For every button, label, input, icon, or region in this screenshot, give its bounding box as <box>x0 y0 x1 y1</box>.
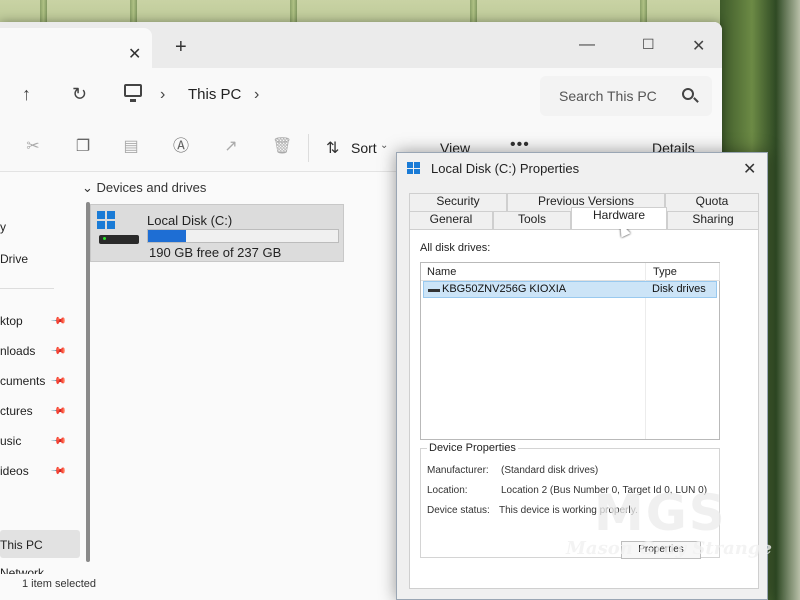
manufacturer-label: Manufacturer: <box>427 465 489 476</box>
column-divider <box>719 263 720 281</box>
new-tab-icon[interactable]: + <box>175 36 187 59</box>
sort-icon[interactable]: ⇅ <box>326 138 339 158</box>
sidebar-item-music[interactable]: usic <box>0 434 21 448</box>
breadcrumb-this-pc[interactable]: This PC <box>188 86 241 103</box>
drive-led <box>103 237 106 240</box>
sidebar-item-desktop[interactable]: ktop <box>0 314 23 328</box>
refresh-icon[interactable]: ↻ <box>72 84 87 105</box>
manufacturer-value: (Standard disk drives) <box>501 465 599 476</box>
sidebar-item-documents[interactable]: cuments <box>0 374 45 388</box>
watermark-text: Mason Gray Strange <box>566 538 772 559</box>
pin-icon: 📌 <box>49 433 67 450</box>
minimize-icon[interactable]: — <box>579 36 595 54</box>
group-header-label: Devices and drives <box>96 180 207 195</box>
share-icon[interactable]: ↗ <box>222 138 240 156</box>
drive-usage-fill <box>148 230 186 242</box>
disk-drive-icon <box>428 289 440 292</box>
drive-model: KBG50ZNV256G KIOXIA <box>442 283 567 295</box>
sidebar-item-1[interactable]: y <box>0 220 6 234</box>
sidebar-item-this-pc[interactable]: This PC <box>0 538 43 552</box>
location-label: Location: <box>427 485 468 496</box>
search-input[interactable]: Search This PC <box>559 88 657 104</box>
dialog-title: Local Disk (C:) Properties <box>431 161 580 176</box>
copy-icon[interactable]: ❐ <box>74 138 92 156</box>
tab-hardware[interactable]: Hardware <box>571 207 667 229</box>
column-name[interactable]: Name <box>427 266 456 278</box>
pin-icon: 📌 <box>49 313 67 330</box>
cut-icon[interactable]: ✂ <box>24 138 42 156</box>
watermark-logo: MGS <box>594 484 727 542</box>
status-text: 1 item selected <box>22 578 96 590</box>
paste-icon[interactable]: ▤ <box>122 138 140 156</box>
sort-button[interactable]: Sort <box>351 140 377 156</box>
list-header: Name Type <box>421 263 720 281</box>
close-window-icon[interactable]: ✕ <box>692 36 705 56</box>
search-box[interactable]: Search This PC <box>540 76 712 116</box>
drive-icon <box>407 162 421 174</box>
pin-icon: 📌 <box>49 403 67 420</box>
search-icon[interactable] <box>682 88 694 100</box>
close-icon[interactable]: ✕ <box>743 159 756 179</box>
sidebar-item-downloads[interactable]: nloads <box>0 344 35 358</box>
device-status-label: Device status: <box>427 505 490 516</box>
tab-tools[interactable]: Tools <box>493 211 571 229</box>
chevron-right-icon[interactable]: › <box>160 86 165 104</box>
list-item[interactable]: KBG50ZNV256G KIOXIA Disk drives <box>423 281 717 298</box>
windows-logo-icon <box>97 211 115 229</box>
drive-tile-c[interactable]: Local Disk (C:) 190 GB free of 237 GB <box>90 204 344 262</box>
address-bar: ↑ ↻ › This PC › Search This PC <box>0 68 722 124</box>
rename-icon[interactable]: Ⓐ <box>172 138 190 156</box>
sidebar-divider <box>0 288 54 289</box>
group-header[interactable]: ⌄ Devices and drives <box>82 180 206 196</box>
pin-icon: 📌 <box>49 463 67 480</box>
column-type[interactable]: Type <box>653 266 677 278</box>
drive-type: Disk drives <box>652 283 706 295</box>
status-bar: 1 item selected <box>0 574 400 600</box>
tab-sharing[interactable]: Sharing <box>667 211 759 229</box>
all-drives-label: All disk drives: <box>420 242 491 254</box>
chevron-down-icon[interactable]: ⌄ <box>380 140 388 151</box>
tab-general[interactable]: General <box>409 211 493 229</box>
sidebar-item-videos[interactable]: ideos <box>0 464 29 478</box>
sidebar-item-onedrive[interactable]: Drive <box>0 252 28 266</box>
chevron-right-icon[interactable]: › <box>254 86 259 104</box>
pin-icon: 📌 <box>49 343 67 360</box>
maximize-icon[interactable]: ☐ <box>642 36 655 53</box>
pin-icon: 📌 <box>49 373 67 390</box>
drive-name: Local Disk (C:) <box>147 213 233 228</box>
toolbar-divider <box>308 134 309 162</box>
tab-this-pc[interactable]: ✕ <box>0 28 152 68</box>
delete-icon[interactable]: 🗑 <box>272 138 292 156</box>
navigation-pane: y Drive ktop 📌 nloads 📌 cuments 📌 ctures… <box>0 172 96 589</box>
sidebar-item-pictures[interactable]: ctures <box>0 404 33 418</box>
tab-bar: ✕ + — ☐ ✕ <box>0 22 722 68</box>
up-arrow-icon[interactable]: ↑ <box>22 84 31 105</box>
drive-free-space: 190 GB free of 237 GB <box>149 245 282 260</box>
drives-list[interactable]: Name Type KBG50ZNV256G KIOXIA Disk drive… <box>420 262 720 440</box>
device-properties-title: Device Properties <box>427 442 518 454</box>
close-tab-icon[interactable]: ✕ <box>128 44 141 64</box>
drive-usage-bar <box>147 229 339 243</box>
tab-row-front: General Tools Hardware Sharing <box>409 207 759 229</box>
computer-icon <box>124 84 142 102</box>
